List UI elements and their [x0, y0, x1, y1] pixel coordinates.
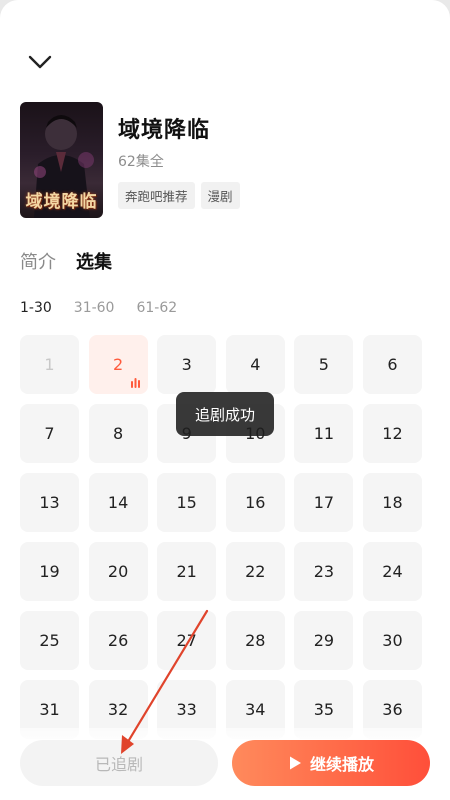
range-option[interactable]: 1-30: [20, 300, 52, 316]
episode-item[interactable]: 22: [225, 542, 285, 601]
episode-item[interactable]: 17: [294, 473, 354, 532]
episode-item[interactable]: 20: [88, 542, 148, 601]
episode-item[interactable]: 29: [294, 611, 354, 670]
episode-sheet: 域境降临 域境降临 62集全 奔跑吧推荐 漫剧 简介 选集 1-30 31-60…: [0, 0, 450, 800]
episode-count: 62集全: [118, 154, 164, 170]
episode-item[interactable]: 19: [20, 542, 79, 601]
episode-item[interactable]: 28: [225, 611, 285, 670]
episode-number: 29: [313, 631, 335, 650]
episode-item[interactable]: 27: [157, 611, 217, 670]
episode-number: 7: [44, 424, 55, 443]
follow-button[interactable]: 已追剧: [20, 740, 218, 786]
episode-item[interactable]: 14: [88, 473, 148, 532]
episode-number: 23: [313, 562, 335, 581]
episode-number: 16: [245, 493, 266, 512]
playing-bars-icon: [130, 378, 140, 388]
episode-item[interactable]: 16: [225, 473, 285, 532]
tag[interactable]: 奔跑吧推荐: [118, 182, 195, 209]
tag-list: 奔跑吧推荐 漫剧: [118, 182, 240, 209]
episode-item[interactable]: 7: [20, 404, 79, 463]
episode-number: 28: [245, 631, 266, 650]
show-cover[interactable]: 域境降临: [20, 102, 103, 218]
episode-number: 34: [245, 700, 266, 719]
episode-number: 19: [39, 562, 60, 581]
play-icon: [289, 756, 301, 770]
episode-number: 12: [382, 424, 403, 443]
episode-item[interactable]: 23: [294, 542, 354, 601]
episode-number: 33: [176, 700, 197, 719]
episode-number: 4: [250, 355, 261, 374]
episode-number: 24: [382, 562, 403, 581]
episode-number: 8: [113, 424, 124, 443]
episode-number: 32: [107, 700, 129, 719]
episode-item[interactable]: 11: [294, 404, 354, 463]
episode-item[interactable]: 26: [88, 611, 148, 670]
toast-message: 追剧成功: [176, 392, 274, 436]
episode-number: 17: [313, 493, 335, 512]
episode-number: 3: [181, 355, 192, 374]
episode-number: 2: [113, 355, 124, 374]
episode-number: 36: [382, 700, 403, 719]
episode-item[interactable]: 21: [157, 542, 217, 601]
episode-number: 21: [176, 562, 197, 581]
episode-item[interactable]: 6: [362, 335, 422, 394]
episode-number: 1: [44, 355, 55, 374]
chevron-down-icon: [28, 55, 52, 69]
episode-item[interactable]: 5: [294, 335, 354, 394]
episode-item[interactable]: 25: [20, 611, 79, 670]
episode-number: 31: [39, 700, 60, 719]
episode-number: 26: [107, 631, 129, 650]
episode-item[interactable]: 1: [20, 335, 79, 394]
cover-title-art: 域境降临: [25, 192, 98, 212]
show-title: 域境降临: [118, 118, 211, 143]
tab-episodes[interactable]: 选集: [76, 248, 112, 274]
continue-play-button[interactable]: 继续播放: [232, 740, 430, 786]
episode-range-selector: 1-30 31-60 61-62: [20, 300, 177, 316]
episode-item[interactable]: 18: [362, 473, 422, 532]
collapse-button[interactable]: [24, 46, 56, 78]
episode-number: 15: [176, 493, 197, 512]
tab-bar: 简介 选集: [20, 248, 112, 274]
episode-item[interactable]: 13: [20, 473, 79, 532]
episode-item[interactable]: 30: [362, 611, 422, 670]
follow-button-label: 已追剧: [94, 755, 143, 774]
episode-number: 35: [313, 700, 335, 719]
episode-number: 13: [39, 493, 60, 512]
range-option[interactable]: 31-60: [74, 300, 115, 316]
episode-item-current[interactable]: 2: [88, 335, 148, 394]
episode-item[interactable]: 12: [362, 404, 422, 463]
episode-item[interactable]: 24: [362, 542, 422, 601]
tab-intro[interactable]: 简介: [20, 248, 56, 274]
episode-number: 11: [313, 424, 335, 443]
episode-item[interactable]: 4: [225, 335, 285, 394]
episode-number: 18: [382, 493, 403, 512]
episode-item[interactable]: 8: [88, 404, 148, 463]
episode-number: 22: [245, 562, 266, 581]
episode-number: 14: [107, 493, 129, 512]
episode-item[interactable]: 3: [157, 335, 217, 394]
episode-number: 20: [107, 562, 129, 581]
episode-number: 5: [318, 355, 329, 374]
episode-number: 30: [382, 631, 403, 650]
play-button-label: 继续播放: [309, 755, 374, 774]
episode-number: 27: [176, 631, 197, 650]
episode-number: 25: [39, 631, 60, 650]
episode-number: 6: [387, 355, 398, 374]
tag[interactable]: 漫剧: [200, 182, 240, 209]
range-option[interactable]: 61-62: [136, 300, 177, 316]
episode-item[interactable]: 15: [157, 473, 217, 532]
